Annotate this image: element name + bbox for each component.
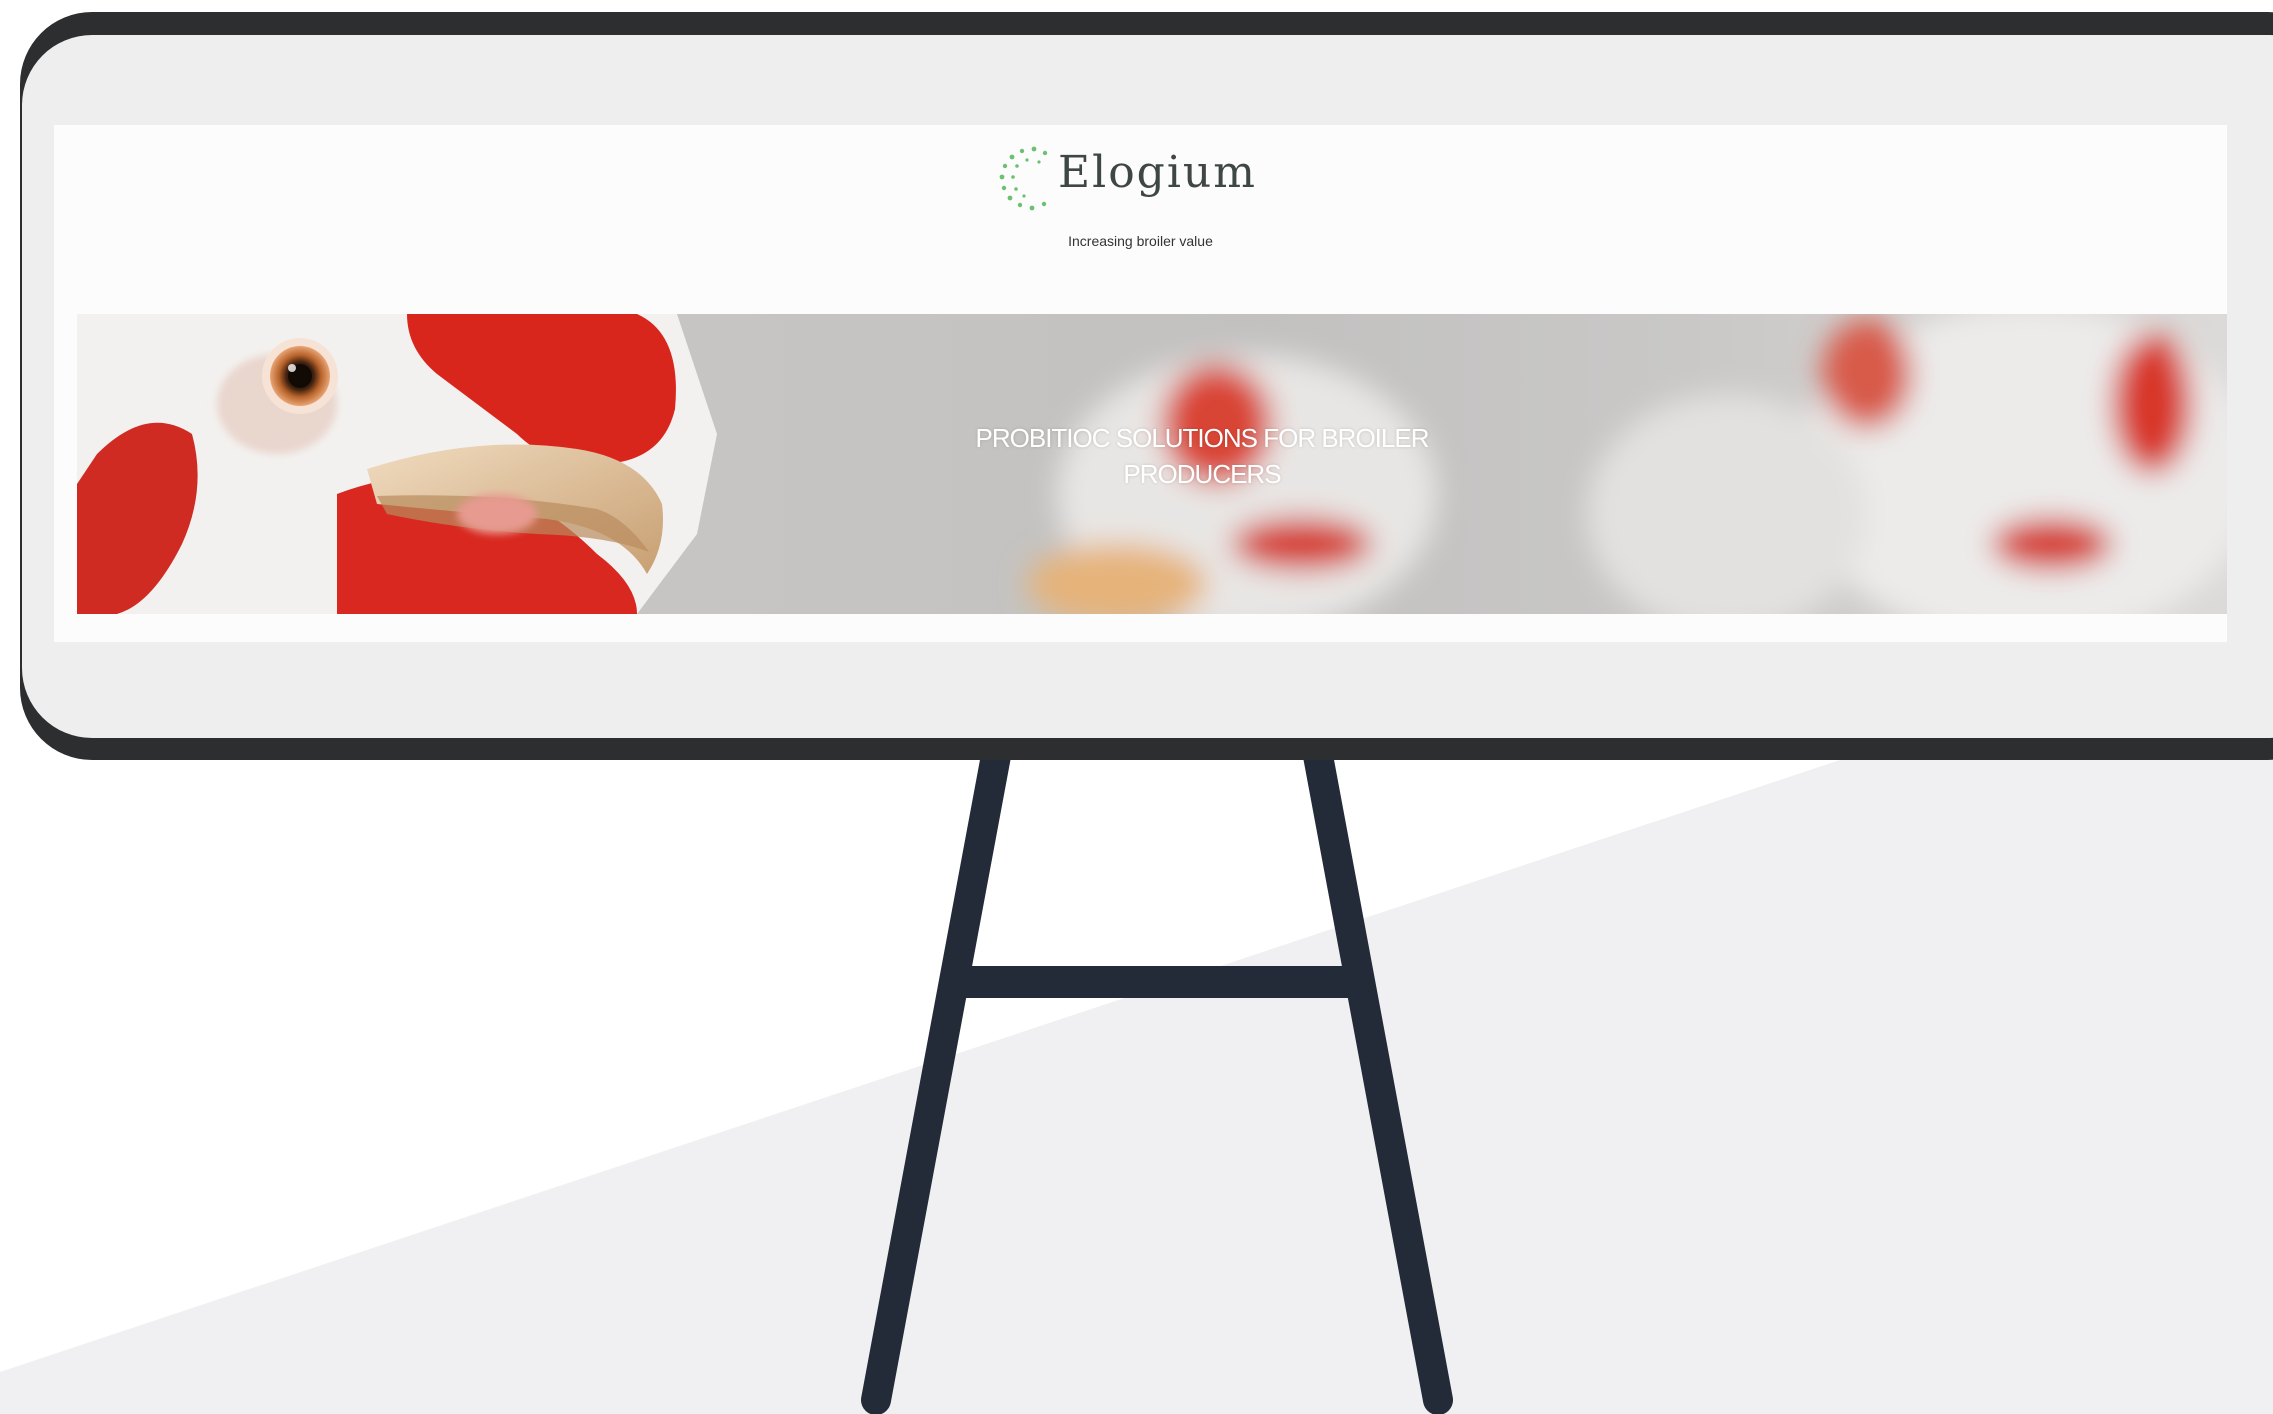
website-screenshot: Elogium Increasing broiler value PROBITI… xyxy=(54,125,2227,642)
dotted-circle-icon xyxy=(999,146,1048,211)
elogium-logo[interactable]: Elogium xyxy=(994,137,1314,217)
hero-banner: PROBITIOC SOLUTIONS FOR BROILER PRODUCER… xyxy=(77,314,2227,614)
brand-name: Elogium xyxy=(1058,147,1257,198)
brand-tagline: Increasing broiler value xyxy=(1068,233,1213,249)
hero-title: PROBITIOC SOLUTIONS FOR BROILER PRODUCER… xyxy=(975,423,1430,489)
